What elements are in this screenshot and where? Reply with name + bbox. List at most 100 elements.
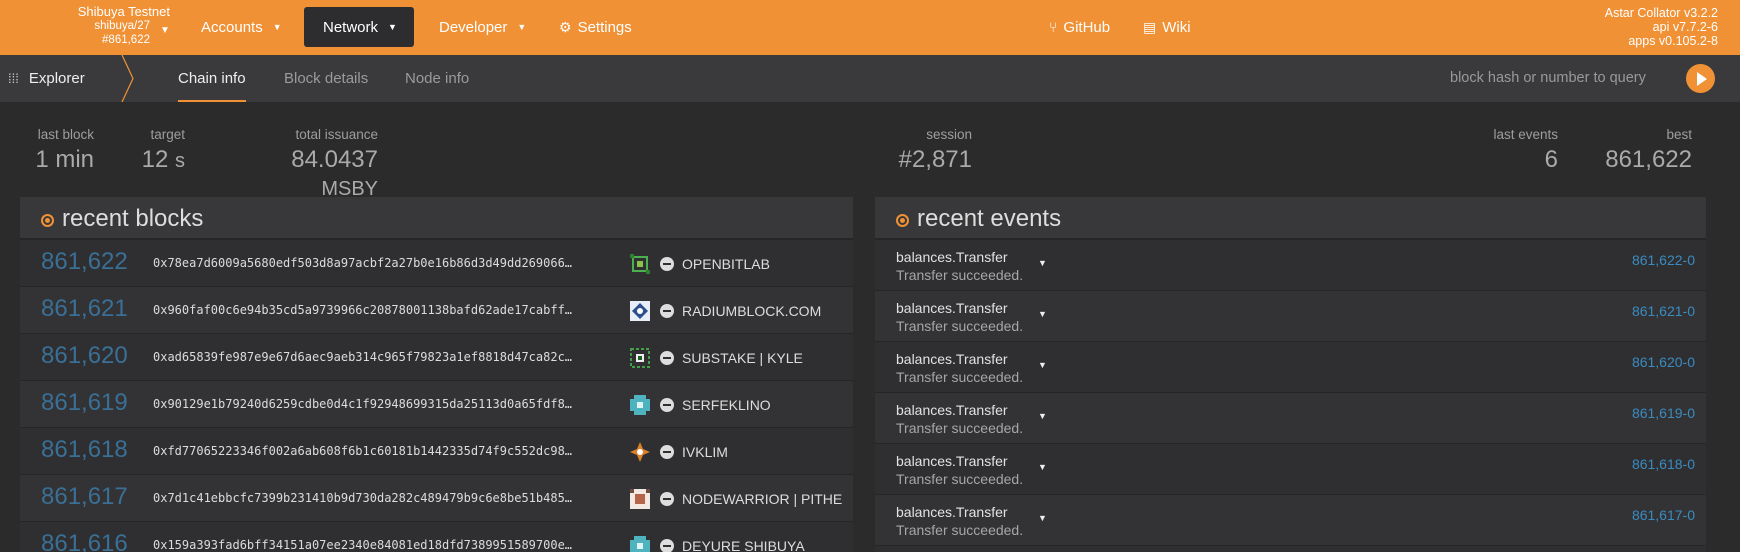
summary-value: 84.0437 (291, 146, 378, 173)
section-title-label: Explorer (28, 70, 85, 87)
tab-chain-info[interactable]: Chain info (170, 55, 254, 102)
section-title[interactable]: ⁞⁞⁞ Explorer (8, 55, 85, 102)
block-author[interactable]: SUBSTAKE | KYLE (682, 350, 852, 366)
nav-wiki[interactable]: ▤ Wiki (1124, 7, 1210, 47)
table-row: 861,622 0x78ea7d6009a5680edf503d8a97acbf… (20, 240, 853, 287)
chevron-down-icon[interactable]: ▼ (1038, 309, 1047, 319)
block-number-link[interactable]: 861,620 (41, 342, 128, 370)
block-number-link[interactable]: 861,621 (41, 295, 128, 323)
gear-icon: ⚙ (559, 19, 572, 35)
teal-identicon[interactable] (630, 536, 650, 552)
breadcrumb-separator-icon (121, 55, 134, 102)
event-description: Transfer succeeded. (896, 471, 1024, 487)
nav-network-label: Network (323, 19, 379, 36)
summary-last-block: last block 1 min (30, 127, 94, 174)
nav-accounts-label: Accounts (201, 19, 263, 36)
remove-circle-icon (660, 351, 674, 365)
green-identicon[interactable] (630, 348, 650, 368)
chevron-down-icon: ▼ (388, 22, 397, 32)
grid-icon: ⁞⁞⁞ (8, 71, 19, 86)
bullet-icon (896, 214, 909, 227)
list-item[interactable]: balances.Transfer Transfer succeeded. ▼ … (875, 240, 1706, 291)
list-item[interactable]: balances.Transfer Transfer succeeded. ▼ … (875, 495, 1706, 546)
nav-settings[interactable]: ⚙ Settings (540, 7, 651, 47)
list-item[interactable]: balances.Transfer Transfer succeeded. ▼ … (875, 291, 1706, 342)
api-version: api v7.7.2-6 (1652, 20, 1718, 34)
recent-events-list: balances.Transfer Transfer succeeded. ▼ … (875, 240, 1706, 546)
summary-label: total issuance (295, 127, 378, 142)
block-author[interactable]: OPENBITLAB (682, 256, 852, 272)
event-name: balances.Transfer (896, 249, 1008, 265)
remove-circle-icon (660, 398, 674, 412)
block-hash: 0x960faf00c6e94b35cd5a9739966c2087800113… (153, 303, 573, 317)
tab-block-details-label: Block details (284, 70, 369, 87)
summary-unit: s (175, 150, 185, 172)
table-row: 861,618 0xfd77065223346f002a6ab608f6b1c6… (20, 428, 853, 475)
chevron-down-icon[interactable]: ▼ (1038, 462, 1047, 472)
event-id-link[interactable]: 861,622-0 (1632, 252, 1695, 268)
summary-value: 6 (1544, 146, 1558, 173)
block-author[interactable]: IVKLIM (682, 444, 852, 460)
play-icon[interactable] (1686, 64, 1715, 93)
table-row: 861,621 0x960faf00c6e94b35cd5a9739966c20… (20, 287, 853, 334)
chevron-down-icon[interactable]: ▼ (1038, 411, 1047, 421)
nav-accounts[interactable]: Accounts ▼ (182, 7, 301, 47)
summary-last-events: last events 6 (1470, 127, 1558, 174)
chain-name: Shibuya Testnet (77, 4, 170, 19)
block-author[interactable]: NODEWARRIOR | PITHE (682, 491, 852, 507)
recent-blocks-list: 861,622 0x78ea7d6009a5680edf503d8a97acbf… (20, 240, 853, 552)
chain-runtime: shibuya/27 (94, 20, 150, 32)
tab-block-details[interactable]: Block details (284, 55, 368, 102)
block-author[interactable]: SERFEKLINO (682, 397, 852, 413)
table-row: 861,617 0x7d1c41ebbcfc7399b231410b9d730d… (20, 475, 853, 522)
chevron-down-icon[interactable]: ▼ (1038, 513, 1047, 523)
recent-events-header: recent events (875, 197, 1706, 240)
remove-circle-icon (660, 492, 674, 506)
block-query-input[interactable]: block hash or number to query (1450, 55, 1646, 102)
block-author[interactable]: RADIUMBLOCK.COM (682, 303, 852, 319)
chevron-down-icon: ▼ (272, 22, 282, 32)
chevron-down-icon[interactable]: ▼ (1038, 258, 1047, 268)
event-name: balances.Transfer (896, 453, 1008, 469)
tab-node-info[interactable]: Node info (405, 55, 469, 102)
list-item[interactable]: balances.Transfer Transfer succeeded. ▼ … (875, 393, 1706, 444)
chevron-down-icon: ▼ (517, 22, 527, 32)
block-author[interactable]: DEYURE SHIBUYA (682, 538, 852, 552)
brown-identicon[interactable] (630, 489, 650, 509)
event-id-link[interactable]: 861,620-0 (1632, 354, 1695, 370)
summary-session: session #2,871 (880, 127, 972, 174)
event-id-link[interactable]: 861,619-0 (1632, 405, 1695, 421)
table-row: 861,620 0xad65839fe987e9e67d6aec9aeb314c… (20, 334, 853, 381)
list-item[interactable]: balances.Transfer Transfer succeeded. ▼ … (875, 444, 1706, 495)
recent-blocks-panel: recent blocks 861,622 0x78ea7d6009a5680e… (20, 197, 853, 552)
nav-settings-label: Settings (577, 19, 632, 36)
list-item[interactable]: balances.Transfer Transfer succeeded. ▼ … (875, 342, 1706, 393)
block-number-link[interactable]: 861,618 (41, 436, 128, 464)
summary-label: best (1666, 127, 1692, 142)
nav-github[interactable]: ⑂ GitHub (1030, 7, 1129, 47)
block-hash: 0x159a393fad6bff34151a07ee2340e84081ed18… (153, 538, 573, 552)
nav-developer-label: Developer (439, 19, 508, 36)
block-number-link[interactable]: 861,617 (41, 483, 128, 511)
block-hash: 0xfd77065223346f002a6ab608f6b1c60181b144… (153, 444, 573, 458)
blue-identicon[interactable] (630, 301, 650, 321)
chevron-down-icon[interactable]: ▼ (1038, 360, 1047, 370)
chain-selector[interactable]: Shibuya Testnet shibuya/27 #861,622 ▼ (40, 5, 170, 47)
apps-version: apps v0.105.2-8 (1628, 34, 1718, 48)
teal-identicon[interactable] (630, 395, 650, 415)
event-id-link[interactable]: 861,618-0 (1632, 456, 1695, 472)
block-number-link[interactable]: 861,622 (41, 248, 128, 276)
nav-network[interactable]: Network ▼ (304, 7, 414, 47)
event-description: Transfer succeeded. (896, 369, 1024, 385)
chain-block-number: #861,622 (102, 34, 150, 46)
green-identicon[interactable] (630, 254, 650, 274)
event-id-link[interactable]: 861,621-0 (1632, 303, 1695, 319)
block-number-link[interactable]: 861,616 (41, 530, 128, 552)
table-row: 861,619 0x90129e1b79240d6259cdbe0d4c1f92… (20, 381, 853, 428)
orange-identicon[interactable] (630, 442, 650, 462)
event-id-link[interactable]: 861,617-0 (1632, 507, 1695, 523)
event-description: Transfer succeeded. (896, 420, 1024, 436)
nav-developer[interactable]: Developer ▼ (420, 7, 545, 47)
summary-value: 12 (141, 146, 169, 173)
block-number-link[interactable]: 861,619 (41, 389, 128, 417)
